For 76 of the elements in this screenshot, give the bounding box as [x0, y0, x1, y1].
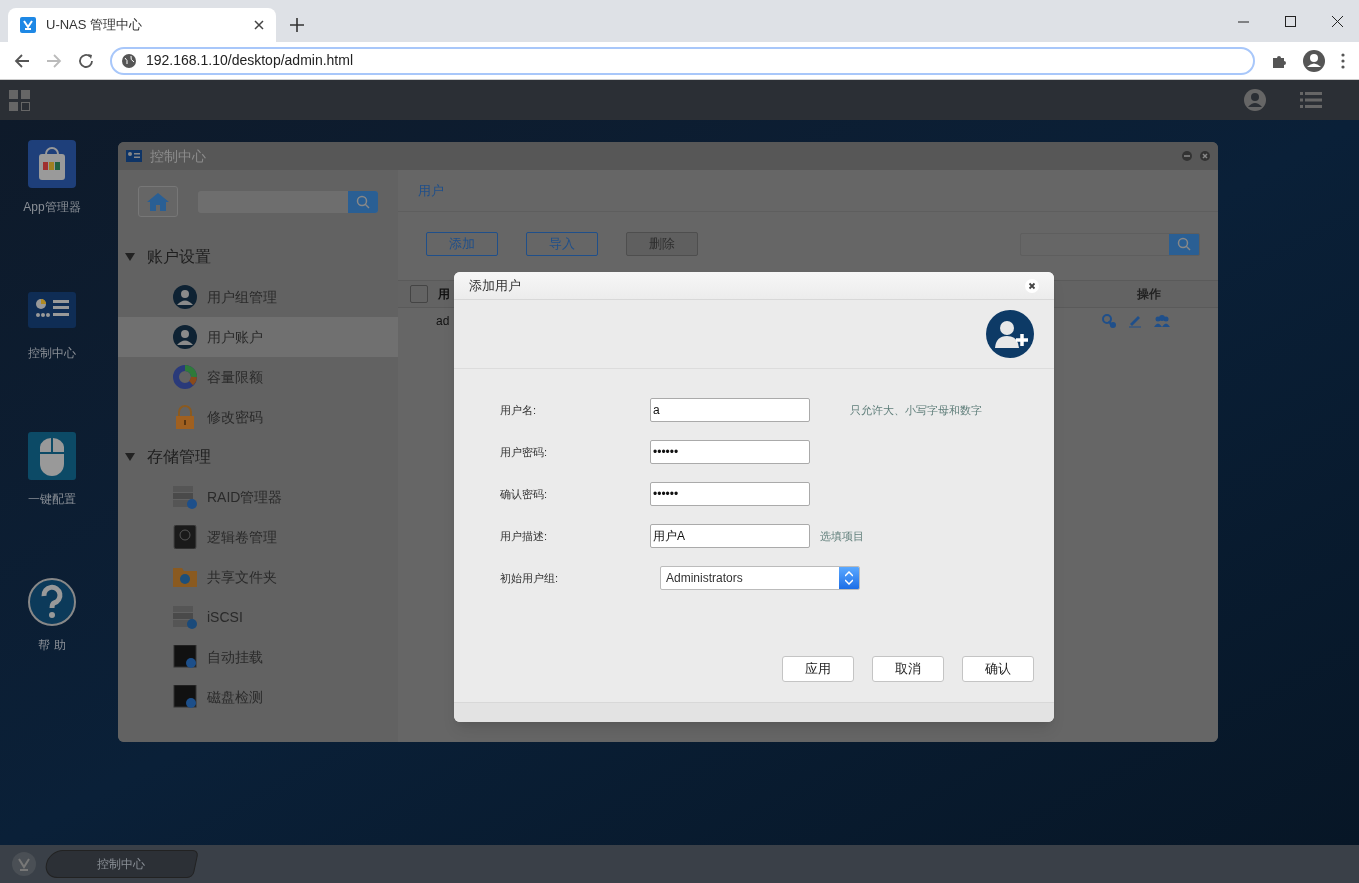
desktop-icon-label: App管理器	[23, 199, 81, 216]
menu-icon[interactable]	[1341, 52, 1345, 69]
server-icon	[173, 485, 197, 509]
tab-title: U-NAS 管理中心	[46, 16, 144, 35]
new-tab-icon[interactable]	[290, 18, 304, 32]
forward-icon[interactable]	[46, 52, 62, 69]
server-icon	[173, 605, 197, 629]
column-header: 用	[438, 286, 450, 303]
help-icon[interactable]	[28, 578, 76, 626]
lock-icon	[173, 405, 197, 429]
list-icon[interactable]	[1300, 92, 1322, 108]
drive-icon	[173, 525, 197, 549]
minimize-icon[interactable]	[1182, 151, 1192, 161]
browser-tab[interactable]: U-NAS 管理中心	[8, 8, 276, 42]
url-text: 192.168.1.10/desktop/admin.html	[146, 51, 354, 70]
desktop-icon-label: 一键配置	[28, 491, 76, 508]
section-header[interactable]: 账户设置	[118, 237, 398, 277]
maximize-icon[interactable]	[1285, 15, 1296, 27]
column-header: 操作	[1137, 286, 1161, 303]
caret-icon	[125, 452, 135, 462]
field-label: 确认密码:	[500, 486, 549, 502]
reload-icon[interactable]	[78, 52, 94, 69]
table-cell-text: ad	[436, 313, 450, 330]
close-icon[interactable]	[1025, 278, 1039, 293]
field-label: 初始用户组:	[500, 570, 560, 586]
input-field[interactable]: 用户A	[650, 524, 810, 548]
logo-icon	[20, 17, 36, 33]
search-icon	[356, 194, 370, 209]
breadcrumb: 用户	[418, 181, 444, 200]
section-header[interactable]: 存储管理	[118, 437, 398, 477]
close-icon[interactable]	[1332, 15, 1343, 27]
dialog-button[interactable]: 应用	[782, 656, 854, 682]
desktop-icon-label: 控制中心	[28, 345, 76, 362]
logo-icon[interactable]	[12, 852, 36, 876]
caret-icon	[125, 252, 135, 262]
select-field[interactable]: Administrators	[660, 566, 860, 590]
hint-text: 只允许大、小写字母和数字	[850, 402, 982, 418]
user-icon	[173, 325, 197, 349]
drive-icon	[173, 645, 197, 669]
field-label: 用户密码:	[500, 444, 549, 460]
desktop-icon-label: 帮 助	[38, 637, 66, 654]
input-field[interactable]: ••••••	[650, 440, 810, 464]
toolbar-button[interactable]: 导入	[526, 232, 598, 256]
address-bar[interactable]: 192.168.1.10/desktop/admin.html	[110, 46, 1255, 75]
input-field[interactable]: a	[650, 398, 810, 422]
folder-icon	[173, 565, 197, 589]
donut-chart-icon	[173, 365, 197, 389]
dialog-title: 添加用户	[469, 276, 522, 295]
sidebar-item[interactable]: iSCSI	[118, 597, 398, 637]
close-icon[interactable]	[254, 20, 264, 30]
search-field[interactable]	[198, 190, 378, 213]
sidebar-item[interactable]: 修改密码	[118, 397, 398, 437]
user-icon	[173, 285, 197, 309]
toolbar-button[interactable]: 添加	[426, 232, 498, 256]
dialog-button[interactable]: 取消	[872, 656, 944, 682]
search-icon	[1177, 237, 1191, 251]
id-card-icon	[126, 150, 142, 162]
checkbox[interactable]	[410, 285, 428, 303]
account-icon[interactable]	[1303, 49, 1325, 72]
search-field[interactable]	[1020, 232, 1200, 256]
sidebar-item[interactable]: 用户账户	[118, 317, 398, 357]
user-icon[interactable]	[1244, 89, 1266, 111]
dialog-button[interactable]: 确认	[962, 656, 1034, 682]
shopping-bag-icon[interactable]	[28, 140, 76, 188]
drive-icon	[173, 685, 197, 709]
back-icon[interactable]	[14, 52, 30, 69]
globe-icon	[122, 53, 136, 68]
hint-text: 选填项目	[820, 528, 864, 544]
apps-grid-icon[interactable]	[9, 89, 30, 111]
home-icon	[147, 192, 169, 211]
mouse-icon[interactable]	[28, 432, 76, 480]
input-field[interactable]: ••••••	[650, 482, 810, 506]
add-user-icon	[986, 310, 1034, 358]
stepper-icon	[845, 571, 853, 585]
field-label: 用户名:	[500, 402, 538, 418]
field-label: 用户描述:	[500, 528, 549, 544]
